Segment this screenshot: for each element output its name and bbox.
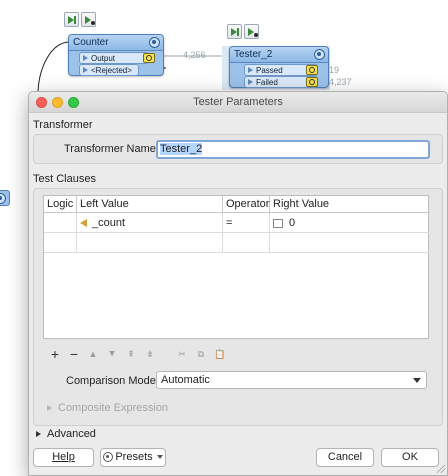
run-to-icon[interactable]: [227, 24, 242, 39]
inspect-icon[interactable]: [306, 77, 318, 87]
dialog-titlebar[interactable]: Tester Parameters: [29, 92, 447, 113]
cancel-button[interactable]: Cancel: [316, 448, 374, 467]
run-from-icon[interactable]: [81, 12, 96, 27]
presets-icon: [103, 452, 114, 462]
comparison-mode-label: Comparison Mode:: [66, 375, 159, 387]
output-port[interactable]: Output: [79, 52, 149, 64]
gear-icon[interactable]: [149, 37, 160, 48]
transformer-group: Transformer Name: Tester_2: [33, 134, 443, 164]
inspect-icon[interactable]: [306, 65, 318, 75]
run-to-icon[interactable]: [64, 12, 79, 27]
chevron-down-icon: [413, 378, 421, 383]
counter-transformer[interactable]: Counter Output <Rejected>: [68, 34, 164, 76]
move-bottom-button[interactable]: ⇟: [144, 347, 156, 361]
table-cell-left-value[interactable]: _count: [77, 213, 223, 233]
table-cell-empty[interactable]: [223, 233, 270, 253]
move-top-button[interactable]: ⇞: [125, 347, 137, 361]
dropdown-arrow-icon: [156, 455, 163, 460]
test-clauses-table[interactable]: Logic Left Value Operator Right Value _c…: [43, 195, 430, 339]
transformer-name-label: Transformer Name:: [64, 143, 159, 155]
move-up-button[interactable]: ▲: [87, 347, 99, 361]
comparison-mode-select[interactable]: Automatic: [156, 371, 427, 389]
table-cell-empty[interactable]: [44, 233, 77, 253]
transformer-section-label: Transformer: [33, 119, 93, 131]
table-cell-empty[interactable]: [270, 233, 430, 253]
paste-icon[interactable]: 📋: [214, 347, 226, 361]
dialog-title: Tester Parameters: [193, 96, 283, 108]
run-from-icon[interactable]: [244, 24, 259, 39]
gear-icon[interactable]: [314, 49, 325, 60]
column-header-operator[interactable]: Operator: [223, 196, 270, 213]
clause-edit-toolbar: + − ▲ ▲ ⇞ ⇟ ✂ ⧉ 📋: [49, 347, 226, 361]
value-type-icon: [273, 218, 283, 228]
tester-toolbar: [227, 24, 259, 39]
attribute-icon: [80, 219, 87, 228]
feature-count: 4,237: [329, 77, 352, 87]
table-cell-logic[interactable]: [44, 213, 77, 233]
column-header-right-value[interactable]: Right Value: [270, 196, 430, 213]
table-cell-operator[interactable]: =: [223, 213, 270, 233]
cut-icon[interactable]: ✂: [176, 347, 188, 361]
feature-count: 4,256: [183, 50, 206, 60]
rejected-port[interactable]: <Rejected>: [79, 64, 139, 76]
resize-grip[interactable]: [437, 465, 445, 473]
transformer-title: Tester_2: [230, 47, 328, 63]
copy-icon[interactable]: ⧉: [195, 347, 207, 361]
gear-icon[interactable]: [0, 193, 6, 204]
tester-transformer[interactable]: Tester_2 Passed Failed: [229, 46, 329, 88]
transformer-title: Counter: [69, 35, 163, 51]
add-row-button[interactable]: +: [49, 347, 61, 361]
composite-expression-toggle: Composite Expression: [47, 402, 168, 414]
counter-toolbar: [64, 12, 96, 27]
table-cell-right-value[interactable]: 0: [270, 213, 430, 233]
offscreen-transformer[interactable]: [0, 190, 10, 206]
disclosure-triangle-icon: [47, 405, 52, 412]
column-header-left-value[interactable]: Left Value: [77, 196, 223, 213]
move-down-button[interactable]: ▲: [106, 347, 118, 361]
help-button[interactable]: Help: [33, 448, 94, 467]
disclosure-triangle-icon: [36, 431, 41, 438]
ok-button[interactable]: OK: [381, 448, 439, 467]
advanced-toggle[interactable]: Advanced: [36, 428, 96, 440]
test-clauses-section-label: Test Clauses: [33, 173, 96, 185]
transformer-name-input[interactable]: Tester_2: [156, 140, 430, 159]
remove-row-button[interactable]: −: [68, 347, 80, 361]
presets-button[interactable]: Presets: [100, 448, 166, 467]
tester-parameters-dialog: Tester Parameters Transformer Transforme…: [28, 91, 448, 476]
inspect-icon[interactable]: [143, 53, 155, 63]
column-header-logic[interactable]: Logic: [44, 196, 77, 213]
table-cell-empty[interactable]: [77, 233, 223, 253]
feature-count: 19: [329, 65, 340, 75]
